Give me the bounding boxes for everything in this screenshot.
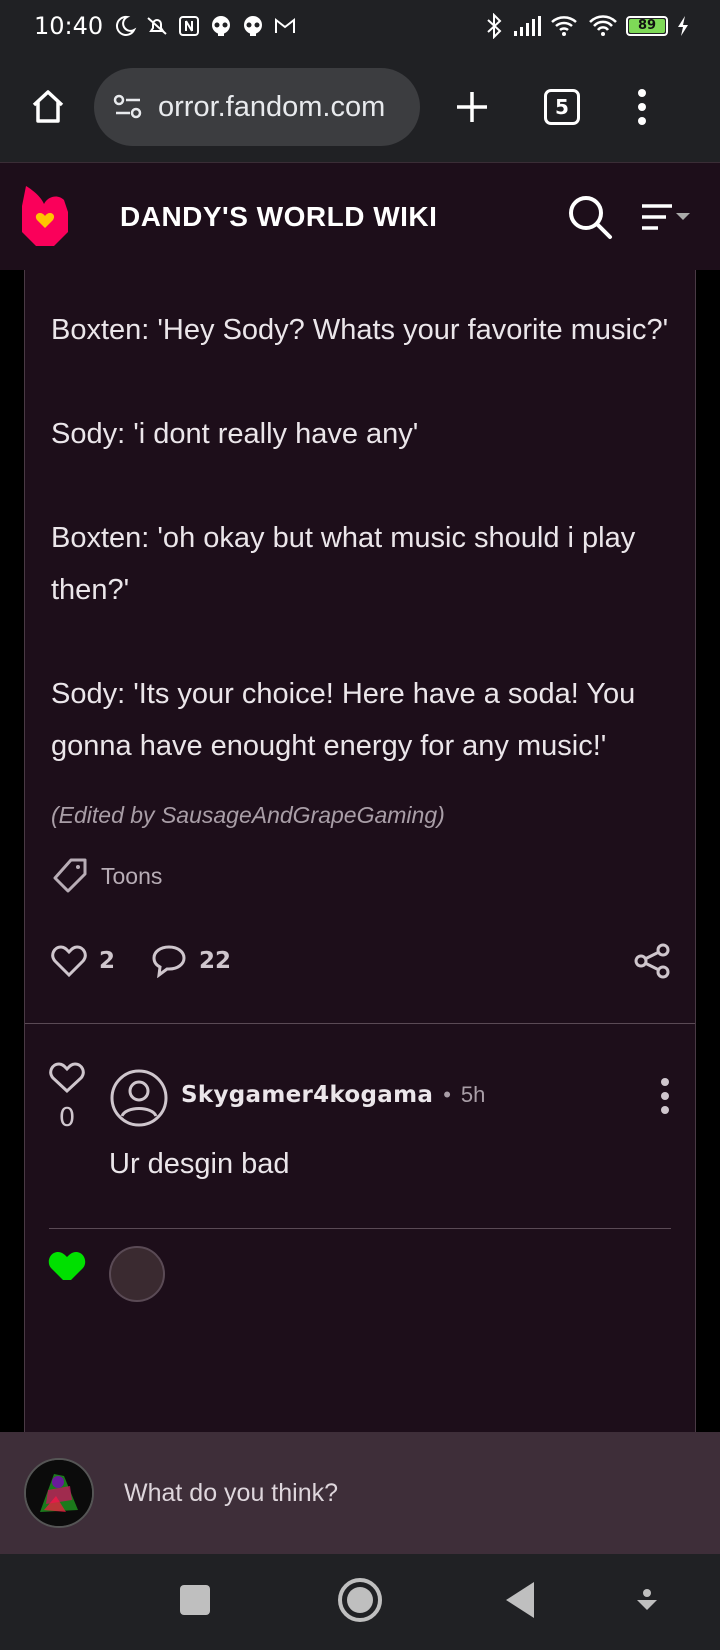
user-avatar <box>24 1458 94 1528</box>
gmail-icon <box>273 14 297 38</box>
tag-icon <box>53 858 87 893</box>
status-time: 10:40 <box>34 12 104 40</box>
wifi-calling-icon <box>551 16 577 36</box>
avatar[interactable] <box>109 1068 169 1128</box>
status-bar: 10:40 89 <box>0 0 720 52</box>
search-icon[interactable] <box>566 193 614 241</box>
author-name[interactable]: Skygamer4kogama <box>181 1082 433 1108</box>
fandom-logo-icon[interactable] <box>20 184 70 250</box>
new-tab-button[interactable] <box>448 83 496 131</box>
browser-toolbar: orror.fandom.com 5 <box>0 52 720 162</box>
system-nav-bar <box>0 1554 720 1650</box>
reply-like-count: 0 <box>58 1103 76 1133</box>
menu-icon <box>642 203 672 230</box>
url-text: orror.fandom.com <box>158 90 386 123</box>
tag-label: Toons <box>101 862 163 889</box>
plus-icon <box>457 92 487 122</box>
back-button[interactable] <box>506 1582 534 1618</box>
reply-author: Skygamer4kogama • 5h <box>181 1082 485 1108</box>
wiki-header: DANDY'S WORLD WIKI <box>0 162 720 270</box>
like-button[interactable]: 2 <box>51 944 115 978</box>
comment-count: 22 <box>199 948 232 974</box>
home-button[interactable] <box>24 83 72 131</box>
nfc-icon <box>177 14 201 38</box>
comments-button[interactable]: 22 <box>151 944 231 978</box>
home-icon <box>32 90 64 123</box>
wifi-icon <box>589 15 617 36</box>
tab-switcher-button[interactable]: 5 <box>544 89 580 125</box>
comment-input[interactable]: What do you think? <box>124 1479 338 1508</box>
avatar[interactable] <box>109 1246 165 1302</box>
notification-icons <box>113 14 297 38</box>
moon-icon <box>113 14 137 38</box>
reply-text: Ur desgin bad <box>109 1148 290 1180</box>
signal-icon <box>514 16 541 36</box>
edited-note: (Edited by SausageAndGrapeGaming) <box>51 802 445 828</box>
post-paragraph: Boxten: 'oh okay but what music should i… <box>51 522 636 606</box>
tag[interactable]: Toons <box>51 857 671 895</box>
chevron-down-icon <box>676 212 690 220</box>
charging-icon <box>678 16 688 36</box>
recents-button[interactable] <box>180 1585 210 1615</box>
browser-menu-button[interactable] <box>632 83 652 131</box>
url-bar[interactable]: orror.fandom.com <box>94 68 420 146</box>
home-nav-button[interactable] <box>338 1578 382 1622</box>
like-count: 2 <box>99 948 116 974</box>
post-paragraph: Sody: 'i dont really have any' <box>51 418 419 450</box>
reply-time: 5h <box>460 1082 486 1107</box>
reply-like-button[interactable]: 0 <box>49 1062 85 1133</box>
share-icon[interactable] <box>633 943 671 979</box>
divider <box>49 1228 671 1229</box>
reply-item: 0 Skygamer4kogama • 5h Ur desgin bad <box>25 1024 695 1302</box>
post-paragraph: Boxten: 'Hey Sody? Whats your favorite m… <box>51 314 669 346</box>
wiki-menu-button[interactable] <box>640 197 700 237</box>
system-icons: 89 <box>484 13 690 39</box>
download-icon[interactable] <box>632 1586 662 1616</box>
author-separator: • <box>443 1082 451 1107</box>
reply-menu-button[interactable] <box>659 1078 671 1114</box>
post-body: Boxten: 'Hey Sody? Whats your favorite m… <box>25 270 695 1024</box>
heart-icon <box>51 945 87 978</box>
battery-level: 89 <box>629 19 665 33</box>
discussion-post: Boxten: 'Hey Sody? Whats your favorite m… <box>24 270 696 1432</box>
battery-icon: 89 <box>626 16 668 36</box>
heart-icon <box>49 1062 85 1094</box>
wiki-title[interactable]: DANDY'S WORLD WIKI <box>120 201 437 233</box>
post-paragraph: Sody: 'Its your choice! Here have a soda… <box>51 678 636 762</box>
bluetooth-icon <box>487 13 502 39</box>
site-settings-icon[interactable] <box>112 93 144 121</box>
mute-icon <box>145 14 169 38</box>
comment-icon <box>152 945 186 978</box>
comment-composer[interactable]: What do you think? <box>0 1432 720 1554</box>
heart-icon[interactable] <box>47 1250 87 1280</box>
skull-icon <box>209 14 233 38</box>
skull-icon <box>241 14 265 38</box>
post-actions: 2 22 <box>51 939 671 983</box>
